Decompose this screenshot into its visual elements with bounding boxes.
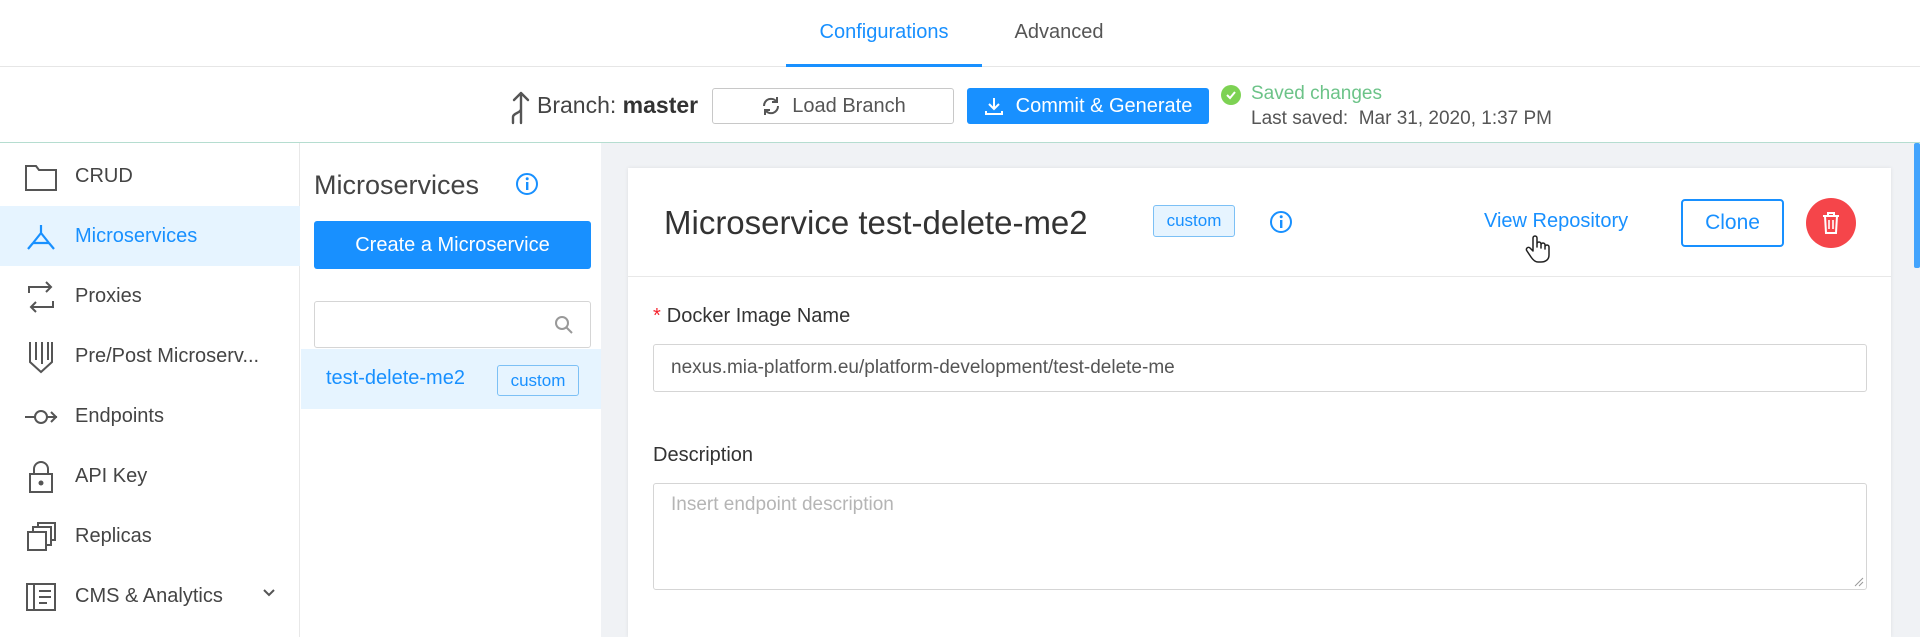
endpoints-icon — [24, 401, 58, 433]
sidebar-item-api-key[interactable]: API Key — [0, 446, 300, 506]
download-icon — [984, 96, 1004, 116]
microservice-detail-card: Microservice test-delete-me2 custom View… — [628, 168, 1891, 637]
refresh-icon — [760, 95, 782, 117]
last-saved-value: Mar 31, 2020, 1:37 PM — [1358, 108, 1553, 129]
branch-bar: Branch: master Load Branch Commit & Gene… — [0, 67, 1920, 143]
branch-label: Branch: master — [537, 92, 698, 119]
top-tabs: Configurations Advanced — [0, 0, 1920, 67]
replicas-icon — [24, 521, 58, 553]
docker-image-label-text: Docker Image Name — [666, 305, 851, 327]
saved-status: Saved changes — [1251, 83, 1382, 104]
microservice-name: test-delete-me2 — [326, 367, 465, 389]
sidebar-item-label: CMS & Analytics — [75, 584, 223, 607]
branch-prefix: Branch: — [537, 92, 617, 118]
sidebar-item-label: CRUD — [75, 164, 133, 187]
panel-title: Microservices — [314, 170, 480, 200]
required-mark: * — [653, 305, 661, 327]
sidebar-item-label: Replicas — [75, 524, 152, 547]
microservices-list-panel: Microservices Create a Microservice test… — [301, 143, 601, 637]
sidebar-item-label: Endpoints — [75, 404, 164, 427]
list-item[interactable]: test-delete-me2 custom — [301, 349, 601, 409]
sidebar-item-proxies[interactable]: Proxies — [0, 266, 300, 326]
tab-advanced[interactable]: Advanced — [994, 0, 1124, 67]
delete-button[interactable] — [1806, 198, 1856, 248]
card-header: Microservice test-delete-me2 custom View… — [628, 168, 1891, 277]
sidebar-item-label: Microservices — [75, 224, 198, 247]
sidebar-item-crud[interactable]: CRUD — [0, 146, 300, 206]
pre-post-icon — [24, 341, 58, 374]
proxies-icon — [24, 281, 58, 313]
docker-image-label: * Docker Image Name — [653, 305, 850, 328]
last-saved-label: Last saved: — [1251, 108, 1349, 129]
resize-grip-icon[interactable] — [1854, 577, 1864, 587]
sidebar-item-label: Pre/Post Microserv... — [75, 344, 260, 367]
sidebar-item-label: API Key — [75, 464, 148, 487]
search-icon[interactable] — [554, 315, 574, 335]
trash-icon — [1821, 211, 1841, 235]
folder-icon — [24, 161, 58, 193]
description-label: Description — [653, 444, 754, 466]
docker-image-input[interactable]: nexus.mia-platform.eu/platform-developme… — [653, 344, 1867, 392]
branch-name: master — [622, 92, 699, 118]
last-saved: Last saved: Mar 31, 2020, 1:37 PM — [1251, 108, 1552, 130]
custom-tag: custom — [497, 365, 579, 396]
custom-tag: custom — [1153, 205, 1235, 237]
info-icon[interactable] — [1269, 210, 1293, 234]
sidebar: CRUD Microservices Proxies Pre/Post Micr… — [0, 143, 300, 637]
sidebar-item-endpoints[interactable]: Endpoints — [0, 386, 300, 446]
sidebar-item-label: Proxies — [75, 284, 142, 307]
sidebar-item-microservices[interactable]: Microservices — [0, 206, 300, 266]
clone-button[interactable]: Clone — [1681, 199, 1784, 247]
commit-generate-label: Commit & Generate — [1015, 94, 1193, 117]
sidebar-item-cms-analytics[interactable]: CMS & Analytics — [0, 566, 300, 626]
description-placeholder: Insert endpoint description — [671, 494, 894, 515]
load-branch-label: Load Branch — [792, 94, 906, 117]
tab-configurations[interactable]: Configurations — [786, 0, 982, 67]
hand-cursor-icon — [1525, 234, 1551, 264]
cms-icon — [24, 581, 58, 613]
search-box — [314, 301, 591, 348]
description-textarea[interactable]: Insert endpoint description — [653, 483, 1867, 590]
view-repository-link[interactable]: View Repository — [1484, 210, 1628, 233]
sidebar-item-replicas[interactable]: Replicas — [0, 506, 300, 566]
microservices-icon — [24, 221, 58, 253]
chevron-down-icon[interactable] — [262, 588, 276, 598]
lock-icon — [24, 461, 58, 493]
info-icon[interactable] — [515, 172, 539, 196]
check-circle-icon — [1221, 85, 1241, 105]
search-input[interactable] — [323, 302, 543, 345]
sidebar-item-pre-post[interactable]: Pre/Post Microserv... — [0, 326, 300, 386]
page-title: Microservice test-delete-me2 — [664, 204, 1088, 241]
branch-icon — [505, 87, 531, 125]
create-microservice-button[interactable]: Create a Microservice — [314, 221, 591, 269]
commit-generate-button[interactable]: Commit & Generate — [967, 88, 1209, 124]
load-branch-button[interactable]: Load Branch — [712, 88, 954, 124]
scrollbar[interactable] — [1914, 143, 1920, 268]
